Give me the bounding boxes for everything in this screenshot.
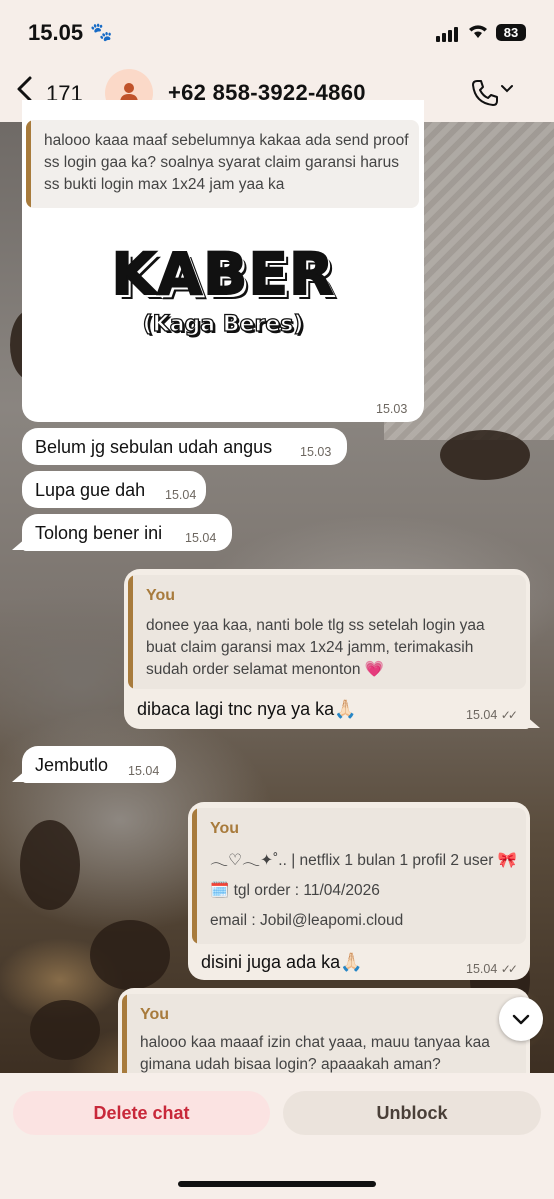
chevron-down-icon: [512, 1014, 530, 1025]
message-bubble[interactable]: You 𓂃♡𓂃✦˚.. | netflix 1 bulan 1 profil 2…: [188, 802, 530, 980]
quote-line: 𓂃♡𓂃✦˚.. | netflix 1 bulan 1 profil 2 use…: [210, 852, 518, 869]
chevron-down-icon[interactable]: [500, 82, 514, 101]
quoted-message[interactable]: You donee yaa kaa, nanti bole tlg ss set…: [128, 575, 526, 689]
message-text: disini juga ada ka🙏🏻: [201, 952, 363, 972]
wifi-icon: [467, 22, 489, 45]
quote-bar: [128, 575, 133, 689]
message-time: 15.04 ✓✓: [466, 708, 518, 722]
status-time: 15.05: [28, 20, 84, 45]
message-text: Lupa gue dah: [35, 480, 146, 500]
quote-text: halooo kaa maaaf izin chat yaaa, mauu ta…: [140, 1034, 490, 1073]
message-time: 15.04: [185, 531, 217, 545]
quote-author: You: [140, 1006, 170, 1023]
sticker-title: KABER: [110, 239, 335, 309]
wallpaper-pattern: [20, 820, 80, 910]
message-bubble[interactable]: Tolong bener ini 15.04: [22, 514, 232, 551]
quote-text: donee yaa kaa, nanti bole tlg ss setelah…: [146, 617, 485, 678]
sticker-subtitle: (Kaga Beres): [142, 311, 304, 337]
quote-bar: [122, 994, 127, 1073]
quoted-message[interactable]: halooo kaaa maaf sebelumnya kakaa ada se…: [26, 120, 419, 208]
message-text: Tolong bener ini: [35, 523, 163, 543]
message-text: Jembutlo: [35, 755, 109, 775]
quote-author: You: [210, 820, 240, 837]
blocked-action-bar: Delete chat Unblock: [0, 1073, 554, 1199]
message-time-text: 15.04: [466, 962, 498, 976]
message-time-text: 15.04: [466, 708, 498, 722]
message-time: 15.04: [165, 488, 197, 502]
quote-text: halooo kaaa maaf sebelumnya kakaa ada se…: [44, 132, 409, 193]
message-text: dibaca lagi tnc nya ya ka🙏🏻: [137, 699, 357, 719]
quoted-message[interactable]: You halooo kaa maaaf izin chat yaaa, mau…: [122, 994, 526, 1073]
delete-chat-button[interactable]: Delete chat: [13, 1091, 270, 1135]
quote-line: 🗓️ tgl order : 11/04/2026: [210, 882, 380, 899]
signal-icon: [436, 26, 462, 42]
message-bubble[interactable]: You donee yaa kaa, nanti bole tlg ss set…: [124, 569, 530, 729]
quoted-message[interactable]: You 𓂃♡𓂃✦˚.. | netflix 1 bulan 1 profil 2…: [192, 808, 526, 944]
message-bubble[interactable]: Lupa gue dah 15.04: [22, 471, 206, 508]
home-indicator[interactable]: [178, 1181, 376, 1187]
quote-bar: [26, 120, 31, 208]
quote-author: You: [146, 587, 176, 604]
call-icon[interactable]: [470, 78, 500, 113]
status-bar: 15.05 🐾 83: [0, 0, 554, 64]
quote-line: email : Jobil@leapomi.cloud: [210, 912, 404, 929]
read-ticks-icon: ✓✓: [500, 962, 518, 976]
message-bubble[interactable]: halooo kaaa maaf sebelumnya kakaa ada se…: [22, 100, 424, 422]
message-text: Belum jg sebulan udah angus: [35, 437, 273, 457]
wallpaper-pattern: [30, 1000, 100, 1060]
read-ticks-icon: ✓✓: [500, 708, 518, 722]
message-time: 15.03: [376, 402, 408, 416]
wallpaper-pattern: [90, 920, 170, 990]
message-time: 15.04: [128, 764, 160, 778]
unblock-button[interactable]: Unblock: [283, 1091, 541, 1135]
scroll-down-button[interactable]: [499, 997, 543, 1041]
wallpaper-pattern: [440, 430, 530, 480]
battery-indicator: 83: [496, 24, 526, 41]
message-bubble[interactable]: Belum jg sebulan udah angus 15.03: [22, 428, 347, 465]
message-bubble[interactable]: Jembutlo 15.04: [22, 746, 176, 783]
message-bubble[interactable]: You halooo kaa maaaf izin chat yaaa, mau…: [118, 988, 530, 1073]
message-time: 15.03: [300, 445, 332, 459]
paw-icon: 🐾: [90, 22, 113, 42]
quote-bar: [192, 808, 197, 944]
message-time: 15.04 ✓✓: [466, 962, 518, 976]
sticker[interactable]: KABER (Kaga Beres): [22, 210, 424, 400]
